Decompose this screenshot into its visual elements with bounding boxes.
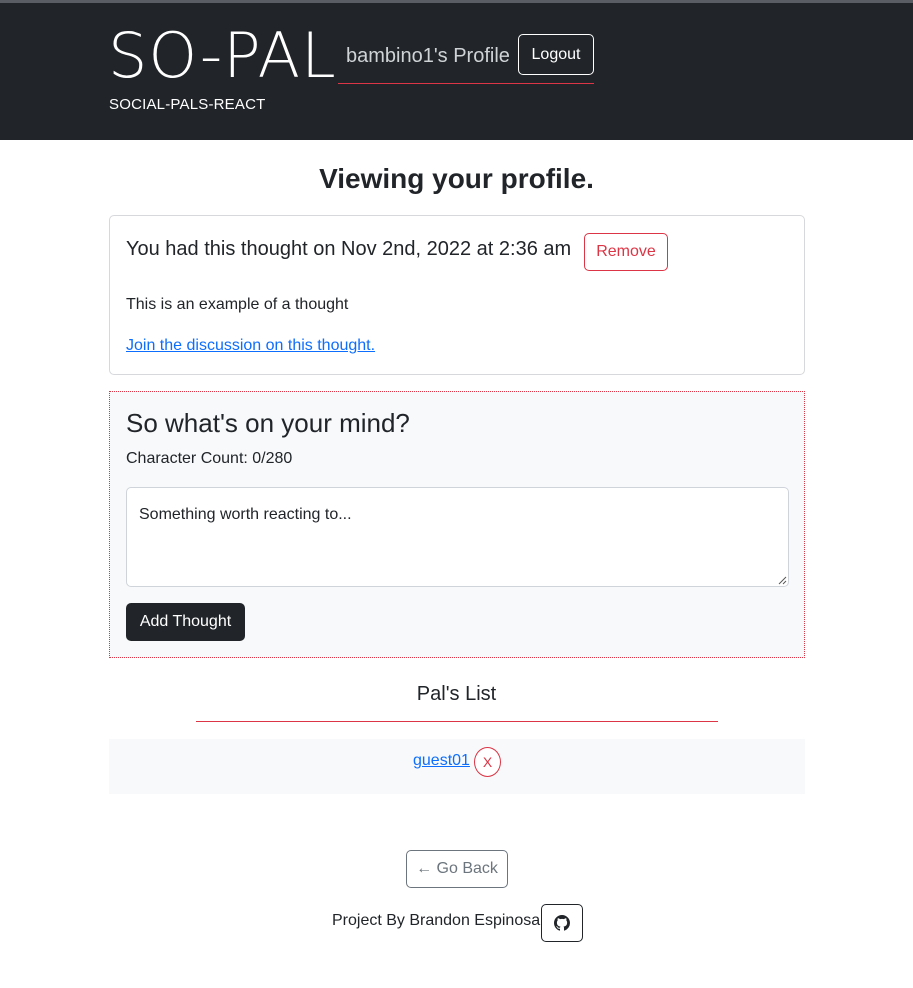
- thought-form-title: So what's on your mind?: [126, 408, 410, 438]
- remove-thought-button[interactable]: Remove: [584, 233, 668, 271]
- go-back-button[interactable]: ← Go Back: [406, 850, 508, 888]
- resize-grip-icon[interactable]: [778, 576, 787, 585]
- pals-list: guest01 X: [109, 739, 805, 794]
- thought-form: So what's on your mind? Character Count:…: [109, 391, 805, 658]
- pals-divider: [196, 721, 718, 722]
- profile-nav: bambino1's Profile Logout: [338, 33, 594, 84]
- thought-card: You had this thought on Nov 2nd, 2022 at…: [109, 215, 805, 375]
- logout-button[interactable]: Logout: [518, 34, 594, 75]
- github-icon: [554, 915, 570, 931]
- project-credit: Project By Brandon Espinosa: [332, 912, 541, 929]
- profile-title[interactable]: bambino1's Profile: [346, 45, 510, 68]
- pal-link-guest01[interactable]: guest01: [413, 752, 470, 770]
- character-count: Character Count: 0/280: [126, 450, 293, 467]
- thought-card-heading: You had this thought on Nov 2nd, 2022 at…: [126, 238, 572, 260]
- github-button[interactable]: [541, 904, 583, 942]
- site-header: SO-PAL SOCIAL-PALS-REACT bambino1's Prof…: [0, 3, 913, 140]
- page-title: Viewing your profile.: [319, 163, 594, 194]
- brand-subtitle: SOCIAL-PALS-REACT: [109, 96, 266, 113]
- thought-input[interactable]: [126, 487, 789, 587]
- thought-text: This is an example of a thought: [126, 296, 349, 313]
- brand-logo[interactable]: SO-PAL: [108, 21, 337, 91]
- remove-pal-button[interactable]: X: [474, 747, 501, 777]
- join-discussion-link[interactable]: Join the discussion on this thought.: [126, 337, 375, 355]
- add-thought-button[interactable]: Add Thought: [126, 603, 245, 641]
- pals-list-title: Pal's List: [416, 683, 497, 705]
